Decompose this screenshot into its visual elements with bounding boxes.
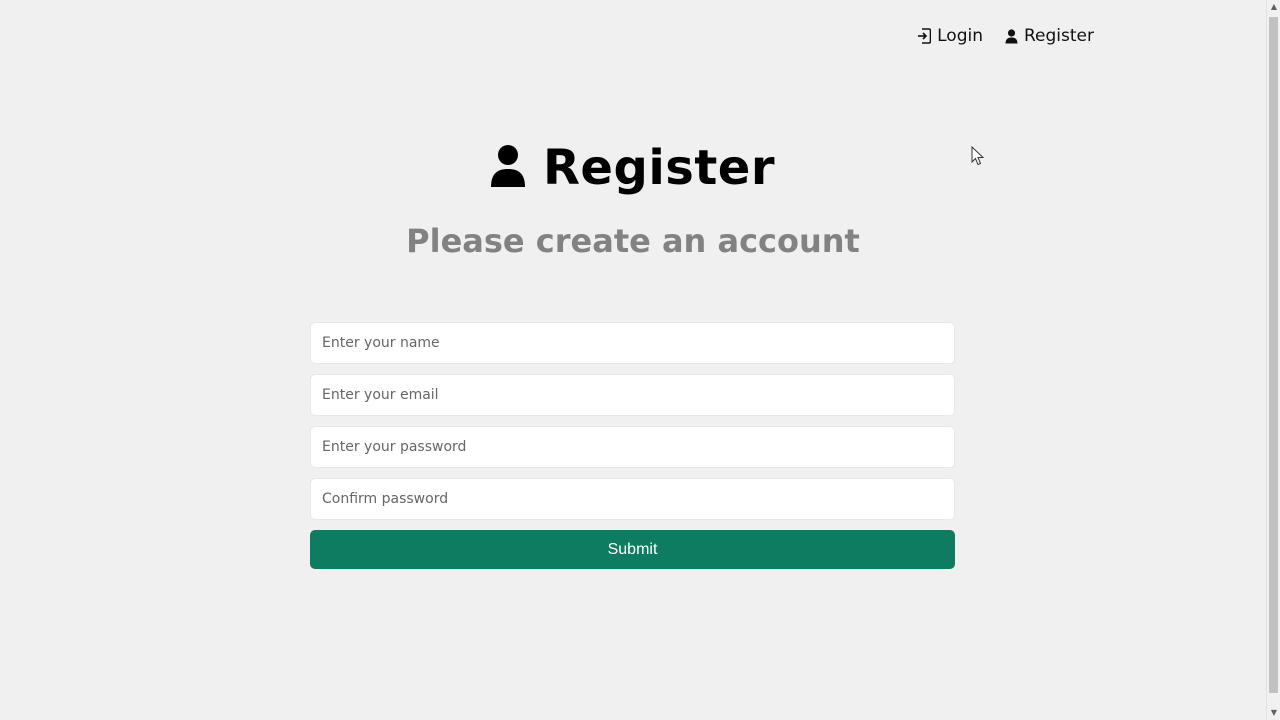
user-icon xyxy=(490,144,525,192)
login-link[interactable]: Login xyxy=(917,26,983,46)
register-link[interactable]: Register xyxy=(1005,26,1094,46)
register-form: Submit xyxy=(310,322,955,569)
scroll-down-icon[interactable]: ▼ xyxy=(1267,706,1280,720)
password-input[interactable] xyxy=(310,426,955,468)
confirm-password-input[interactable] xyxy=(310,478,955,520)
page-heading: Register xyxy=(0,140,1266,196)
login-label: Login xyxy=(937,26,983,46)
page: Login Register Register Please create an… xyxy=(0,0,1266,720)
mouse-cursor-icon xyxy=(971,145,985,170)
name-input[interactable] xyxy=(310,322,955,364)
vertical-scrollbar[interactable]: ▲ ▼ xyxy=(1266,0,1280,720)
user-icon xyxy=(1005,28,1018,44)
sign-in-icon xyxy=(917,28,932,44)
page-title: Register xyxy=(542,140,776,196)
register-label: Register xyxy=(1024,26,1094,46)
page-subtitle: Please create an account xyxy=(406,222,860,260)
submit-button[interactable]: Submit xyxy=(310,530,955,569)
scrollbar-thumb[interactable] xyxy=(1269,17,1278,693)
top-nav: Login Register xyxy=(917,26,1094,46)
scroll-up-icon[interactable]: ▲ xyxy=(1267,0,1280,14)
email-input[interactable] xyxy=(310,374,955,416)
